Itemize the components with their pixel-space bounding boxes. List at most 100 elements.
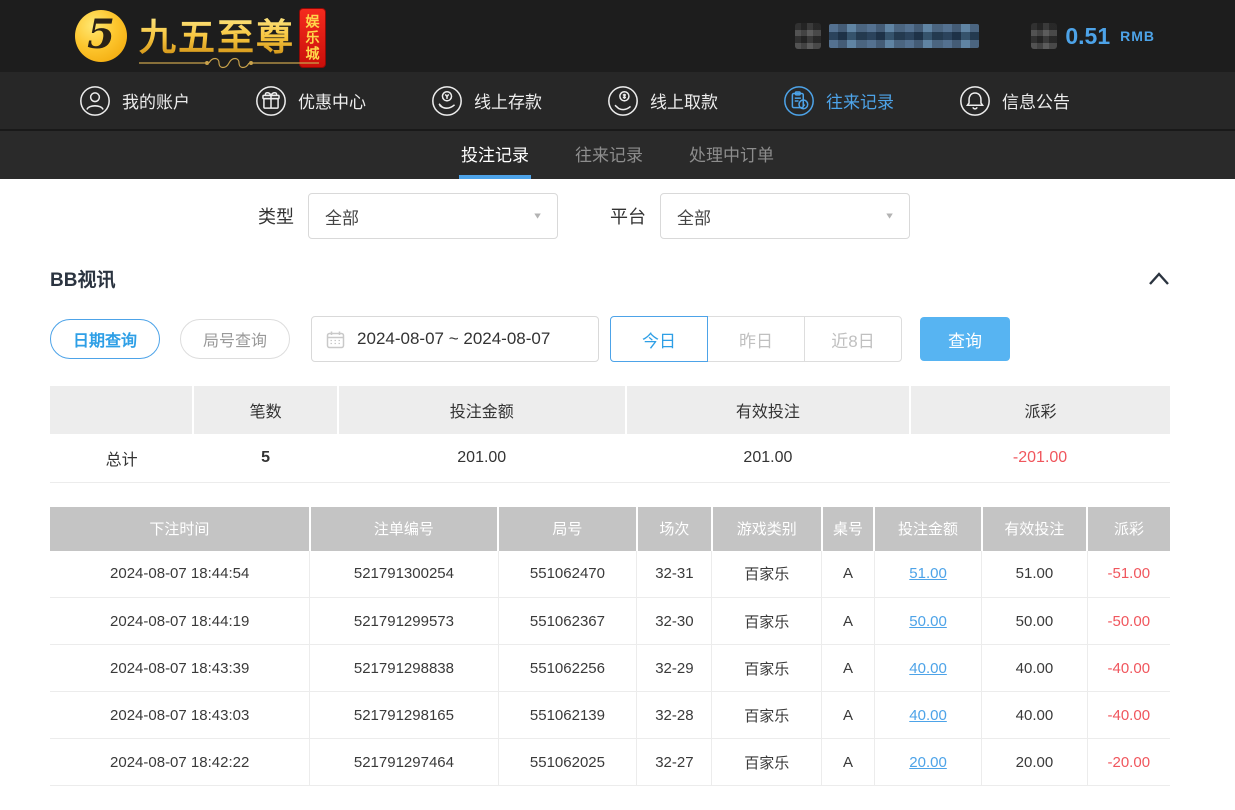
col-session: 场次 xyxy=(637,507,712,551)
gift-icon xyxy=(254,84,288,118)
cell-session: 32-30 xyxy=(637,598,712,645)
cell-table-number: A xyxy=(822,739,875,786)
type-select-value: 全部 xyxy=(325,204,359,229)
cell-session: 32-29 xyxy=(637,645,712,692)
top-bar: 5 九五至尊 娱乐城 0.51 RMB xyxy=(0,0,1235,72)
chevron-down-icon: ▼ xyxy=(532,211,543,221)
platform-select[interactable]: 全部 ▼ xyxy=(660,193,910,239)
nav-item-transaction-records[interactable]: 往来记录 xyxy=(782,84,894,118)
nav-label: 优惠中心 xyxy=(298,88,366,113)
type-select[interactable]: 全部 ▼ xyxy=(308,193,558,239)
cell-game-type: 百家乐 xyxy=(712,598,822,645)
filter-row: 类型 全部 ▼ 平台 全部 ▼ xyxy=(258,193,1235,239)
username-redacted xyxy=(829,24,979,48)
nav-item-promotions[interactable]: 优惠中心 xyxy=(254,84,366,118)
brand-logo[interactable]: 5 九五至尊 娱乐城 xyxy=(75,3,335,69)
nav-item-announcements[interactable]: 信息公告 xyxy=(958,84,1070,118)
cell-game-type: 百家乐 xyxy=(712,692,822,739)
summary-total-bet: 201.00 xyxy=(338,434,626,482)
calendar-icon xyxy=(326,330,345,349)
cell-valid-bet: 20.00 xyxy=(982,739,1087,786)
summary-total-count: 5 xyxy=(193,434,337,482)
cell-session: 32-28 xyxy=(637,692,712,739)
cell-table-number: A xyxy=(822,645,875,692)
summary-header-bet-amount: 投注金额 xyxy=(338,386,626,434)
cell-payout: -40.00 xyxy=(1087,645,1170,692)
today-button[interactable]: 今日 xyxy=(610,316,708,362)
bet-amount-link[interactable]: 40.00 xyxy=(909,707,947,724)
table-row: 2024-08-07 18:44:54 521791300254 5510624… xyxy=(50,551,1170,598)
bet-amount-link[interactable]: 51.00 xyxy=(909,565,947,582)
date-range-value: 2024-08-07 ~ 2024-08-07 xyxy=(357,329,550,349)
bet-amount-link[interactable]: 40.00 xyxy=(909,660,947,677)
nav-label: 线上存款 xyxy=(474,88,542,113)
col-payout: 派彩 xyxy=(1087,507,1170,551)
yesterday-button[interactable]: 昨日 xyxy=(707,316,805,362)
collapse-section-button[interactable] xyxy=(1148,271,1170,286)
coin-icon xyxy=(1031,23,1057,49)
col-bet-amount: 投注金额 xyxy=(874,507,982,551)
user-avatar-icon xyxy=(795,23,821,49)
main-nav: 我的账户 优惠中心 线上存款 线上取款 xyxy=(0,72,1235,131)
cell-game-type: 百家乐 xyxy=(712,551,822,598)
summary-header-row: 笔数 投注金额 有效投注 派彩 xyxy=(50,386,1170,434)
cell-session: 32-31 xyxy=(637,551,712,598)
tab-bet-records[interactable]: 投注记录 xyxy=(459,131,531,179)
nav-label: 我的账户 xyxy=(122,88,190,113)
cell-session: 32-27 xyxy=(637,739,712,786)
bet-amount-link[interactable]: 50.00 xyxy=(909,613,947,630)
tab-pending-orders[interactable]: 处理中订单 xyxy=(687,131,776,179)
cell-payout: -40.00 xyxy=(1087,692,1170,739)
date-range-input[interactable]: 2024-08-07 ~ 2024-08-07 xyxy=(311,316,599,362)
brand-name: 九五至尊 xyxy=(139,7,295,61)
nav-label: 信息公告 xyxy=(1002,88,1070,113)
tab-label: 投注记录 xyxy=(461,141,529,166)
logo-symbol: 5 xyxy=(87,15,115,55)
summary-header-payout: 派彩 xyxy=(910,386,1170,434)
cell-order-number: 521791299573 xyxy=(310,598,498,645)
cell-payout: -20.00 xyxy=(1087,739,1170,786)
cell-valid-bet: 40.00 xyxy=(982,692,1087,739)
cell-table-number: A xyxy=(822,551,875,598)
summary-header-valid-bet: 有效投注 xyxy=(626,386,910,434)
cell-payout: -50.00 xyxy=(1087,598,1170,645)
tab-label: 处理中订单 xyxy=(689,141,774,166)
records-tabbar: 投注记录 往来记录 处理中订单 xyxy=(0,131,1235,179)
nav-item-online-deposit[interactable]: 线上存款 xyxy=(430,84,542,118)
cell-valid-bet: 50.00 xyxy=(982,598,1087,645)
deposit-icon xyxy=(430,84,464,118)
col-bet-time: 下注时间 xyxy=(50,507,310,551)
cell-table-number: A xyxy=(822,598,875,645)
tab-transaction-records[interactable]: 往来记录 xyxy=(573,131,645,179)
col-valid-bet: 有效投注 xyxy=(982,507,1087,551)
cell-order-number: 521791298838 xyxy=(310,645,498,692)
chevron-up-icon xyxy=(1148,271,1170,286)
col-table-number: 桌号 xyxy=(822,507,875,551)
chevron-down-icon: ▼ xyxy=(884,211,895,221)
balance[interactable]: 0.51 RMB xyxy=(1031,23,1155,50)
nav-item-online-withdraw[interactable]: 线上取款 xyxy=(606,84,718,118)
nav-item-my-account[interactable]: 我的账户 xyxy=(78,84,190,118)
user-account[interactable] xyxy=(795,23,979,49)
table-row: 2024-08-07 18:42:22 521791297464 5510620… xyxy=(50,739,1170,786)
last-8-days-button[interactable]: 近8日 xyxy=(804,316,902,362)
search-button[interactable]: 查询 xyxy=(920,317,1010,361)
tab-label: 往来记录 xyxy=(575,141,643,166)
cell-round-number: 551062139 xyxy=(498,692,637,739)
bet-amount-link[interactable]: 20.00 xyxy=(909,754,947,771)
cell-round-number: 551062470 xyxy=(498,551,637,598)
platform-select-value: 全部 xyxy=(677,204,711,229)
cell-table-number: A xyxy=(822,692,875,739)
round-query-button[interactable]: 局号查询 xyxy=(180,319,290,359)
date-query-button[interactable]: 日期查询 xyxy=(50,319,160,359)
cell-round-number: 551062256 xyxy=(498,645,637,692)
col-round-number: 局号 xyxy=(498,507,637,551)
summary-table: 笔数 投注金额 有效投注 派彩 总计 5 201.00 201.00 -201.… xyxy=(50,386,1170,483)
balance-currency: RMB xyxy=(1120,28,1155,44)
col-order-number: 注单编号 xyxy=(310,507,498,551)
summary-total-row: 总计 5 201.00 201.00 -201.00 xyxy=(50,434,1170,482)
table-header-row: 下注时间 注单编号 局号 场次 游戏类别 桌号 投注金额 有效投注 派彩 xyxy=(50,507,1170,551)
summary-header-empty xyxy=(50,386,193,434)
quick-range-group: 今日 昨日 近8日 xyxy=(610,316,902,362)
cell-valid-bet: 40.00 xyxy=(982,645,1087,692)
